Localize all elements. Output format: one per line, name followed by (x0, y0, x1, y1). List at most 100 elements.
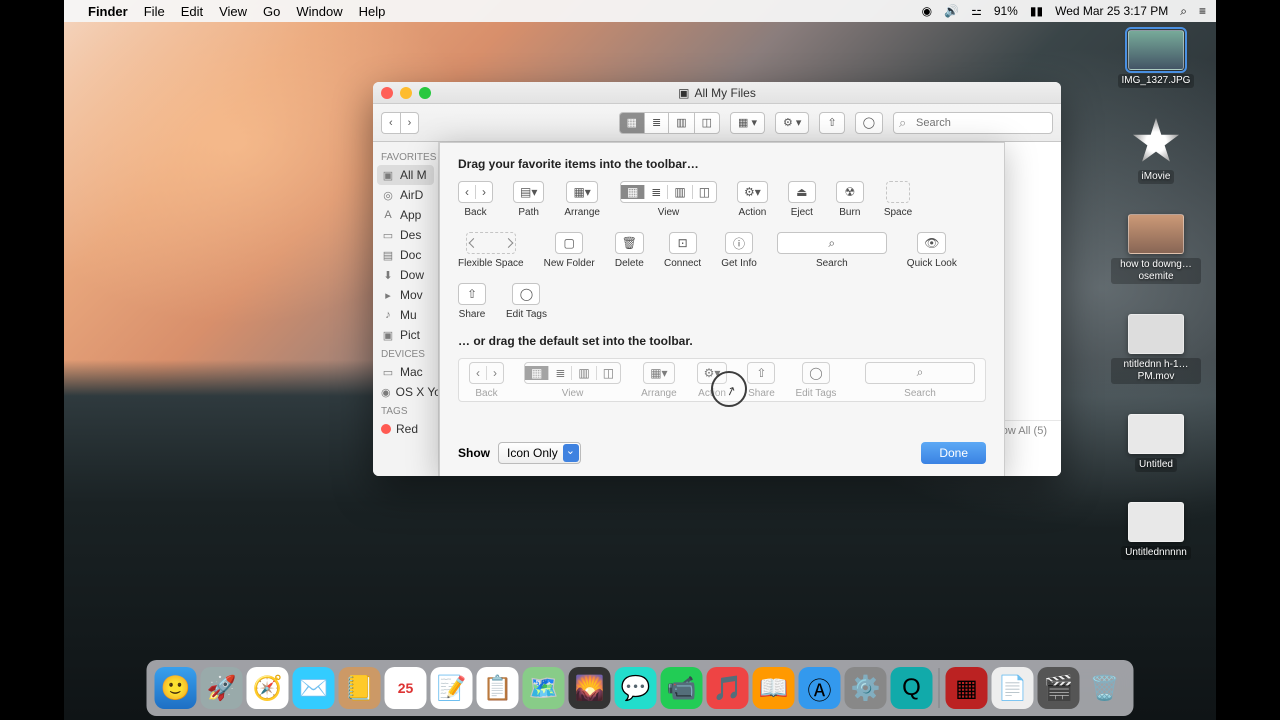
dock-imovie[interactable]: 🎬 (1038, 667, 1080, 709)
menu-go[interactable]: Go (263, 4, 280, 19)
palette-action[interactable]: ⚙▾Action (737, 181, 768, 218)
sidebar-item-movies[interactable]: ▸Mov (373, 285, 438, 305)
palette-burn[interactable]: ☢Burn (836, 181, 864, 218)
sidebar-item-documents[interactable]: ▤Doc (373, 245, 438, 265)
sync-icon[interactable]: ◉ (922, 4, 932, 18)
volume-icon[interactable]: 🔊 (944, 4, 959, 18)
sidebar-item-osx[interactable]: ◉OS X Yosemite (373, 382, 438, 402)
share-button[interactable]: ⇧ (819, 112, 844, 134)
battery-percent: 91% (994, 4, 1018, 18)
palette-edit-tags[interactable]: ◯Edit Tags (506, 283, 547, 320)
sidebar-favorites-header: Favorites (373, 148, 438, 165)
minimize-button[interactable] (400, 87, 412, 99)
dock-reminders[interactable]: 📋 (477, 667, 519, 709)
dock-mail[interactable]: ✉️ (293, 667, 335, 709)
menubar: Finder File Edit View Go Window Help ◉ 🔊… (64, 0, 1216, 22)
list-view-button[interactable]: ≣ (644, 112, 668, 134)
titlebar[interactable]: ▣All My Files (373, 82, 1061, 104)
palette-back[interactable]: ‹›Back (458, 181, 493, 218)
palette-delete[interactable]: 🗑Delete (615, 232, 644, 269)
desktop-icon[interactable]: Untitled (1128, 414, 1184, 472)
palette-get-info[interactable]: ⓘGet Info (721, 232, 757, 269)
dock-launchpad[interactable]: 🚀 (201, 667, 243, 709)
app-name[interactable]: Finder (88, 4, 128, 19)
back-forward[interactable]: ‹ › (381, 112, 419, 134)
sidebar-item-all-my-files[interactable]: ▣All M (377, 165, 434, 185)
palette-view[interactable]: ▦≣▥◫View (620, 181, 717, 218)
palette-path[interactable]: ▤▾Path (513, 181, 544, 218)
dock-itunes[interactable]: 🎵 (707, 667, 749, 709)
sheet-heading-default: … or drag the default set into the toolb… (458, 334, 986, 348)
close-button[interactable] (381, 87, 393, 99)
dock-safari[interactable]: 🧭 (247, 667, 289, 709)
edit-tags-button[interactable]: ◯ (855, 112, 883, 134)
dock-appstore[interactable]: Ⓐ (799, 667, 841, 709)
dock-photos[interactable]: 🌄 (569, 667, 611, 709)
back-button[interactable]: ‹ (381, 112, 400, 134)
desktop-icon[interactable]: ntitlednn h-1…PM.mov (1111, 314, 1201, 384)
sidebar-tag-red[interactable]: Red (373, 419, 438, 439)
menu-window[interactable]: Window (296, 4, 342, 19)
icon-view-button[interactable]: ▦ (619, 112, 644, 134)
default-toolbar-set[interactable]: ‹›Back ▦≣▥◫View ▦▾Arrange ⚙▾Action ⇧Shar… (458, 358, 986, 402)
desktop-icon[interactable]: IMG_1327.JPG (1118, 30, 1195, 88)
sidebar-item-applications[interactable]: AApp (373, 205, 438, 225)
menu-edit[interactable]: Edit (181, 4, 203, 19)
dock-maps[interactable]: 🗺️ (523, 667, 565, 709)
dock-notes[interactable]: 📝 (431, 667, 473, 709)
forward-button[interactable]: › (400, 112, 420, 134)
action-button[interactable]: ⚙ ▾ (775, 112, 809, 134)
dock-facetime[interactable]: 📹 (661, 667, 703, 709)
sidebar-devices-header: Devices (373, 345, 438, 362)
palette-space[interactable]: Space (884, 181, 912, 218)
dock-ibooks[interactable]: 📖 (753, 667, 795, 709)
done-button[interactable]: Done (921, 442, 986, 464)
menu-help[interactable]: Help (359, 4, 386, 19)
battery-icon[interactable]: ▮▮ (1030, 4, 1043, 18)
sidebar-item-pictures[interactable]: ▣Pict (373, 325, 438, 345)
search-input[interactable] (893, 112, 1053, 134)
dock-preferences[interactable]: ⚙️ (845, 667, 887, 709)
dock-trash[interactable]: 🗑️ (1084, 667, 1126, 709)
wifi-icon[interactable]: ⚍ (971, 4, 982, 18)
column-view-button[interactable]: ▥ (668, 112, 693, 134)
customize-toolbar-sheet: Drag your favorite items into the toolba… (439, 142, 1005, 476)
zoom-button[interactable] (419, 87, 431, 99)
dock-calendar[interactable]: 25 (385, 667, 427, 709)
desktop-icon[interactable]: how to downg…osemite (1111, 214, 1201, 284)
palette-quick-look[interactable]: 👁Quick Look (907, 232, 957, 269)
palette-arrange[interactable]: ▦▾Arrange (564, 181, 600, 218)
dock-quicktime[interactable]: Q (891, 667, 933, 709)
sidebar-item-downloads[interactable]: ⬇Dow (373, 265, 438, 285)
dock-contacts[interactable]: 📒 (339, 667, 381, 709)
arrange-button[interactable]: ▦ ▾ (730, 112, 765, 134)
palette-new-folder[interactable]: ▢New Folder (544, 232, 595, 269)
menu-file[interactable]: File (144, 4, 165, 19)
spotlight-icon[interactable]: ⌕ (1180, 4, 1187, 19)
sidebar-item-music[interactable]: ♪Mu (373, 305, 438, 325)
desktop-icon[interactable]: Untitlednnnnn (1121, 502, 1191, 560)
dock-messages[interactable]: 💬 (615, 667, 657, 709)
dock-textedit[interactable]: 📄 (992, 667, 1034, 709)
dock-separator (939, 668, 940, 708)
palette-eject[interactable]: ⏏Eject (788, 181, 816, 218)
palette-search[interactable]: ⌕Search (777, 232, 887, 269)
palette-flexible-space[interactable]: Flexible Space (458, 232, 524, 269)
sidebar-item-desktop[interactable]: ▭Des (373, 225, 438, 245)
clock[interactable]: Wed Mar 25 3:17 PM (1055, 4, 1168, 18)
coverflow-view-button[interactable]: ◫ (694, 112, 720, 134)
dock-app[interactable]: ▦ (946, 667, 988, 709)
notification-center-icon[interactable]: ≡ (1199, 4, 1206, 18)
view-switcher[interactable]: ▦ ≣ ▥ ◫ (619, 112, 720, 134)
sidebar-item-airdrop[interactable]: ◎AirD (373, 185, 438, 205)
desktop-icon-imovie[interactable]: iMovie (1132, 118, 1180, 184)
proxy-icon: ▣ (678, 86, 689, 100)
desktop-icons: IMG_1327.JPG iMovie how to downg…osemite… (1106, 30, 1206, 560)
dock-finder[interactable]: 🙂 (155, 667, 197, 709)
search-field[interactable] (893, 112, 1053, 134)
menu-view[interactable]: View (219, 4, 247, 19)
palette-share[interactable]: ⇧Share (458, 283, 486, 320)
sidebar-item-mac[interactable]: ▭Mac (373, 362, 438, 382)
show-mode-select[interactable]: Icon Only (498, 442, 581, 464)
palette-connect[interactable]: ⊡Connect (664, 232, 701, 269)
